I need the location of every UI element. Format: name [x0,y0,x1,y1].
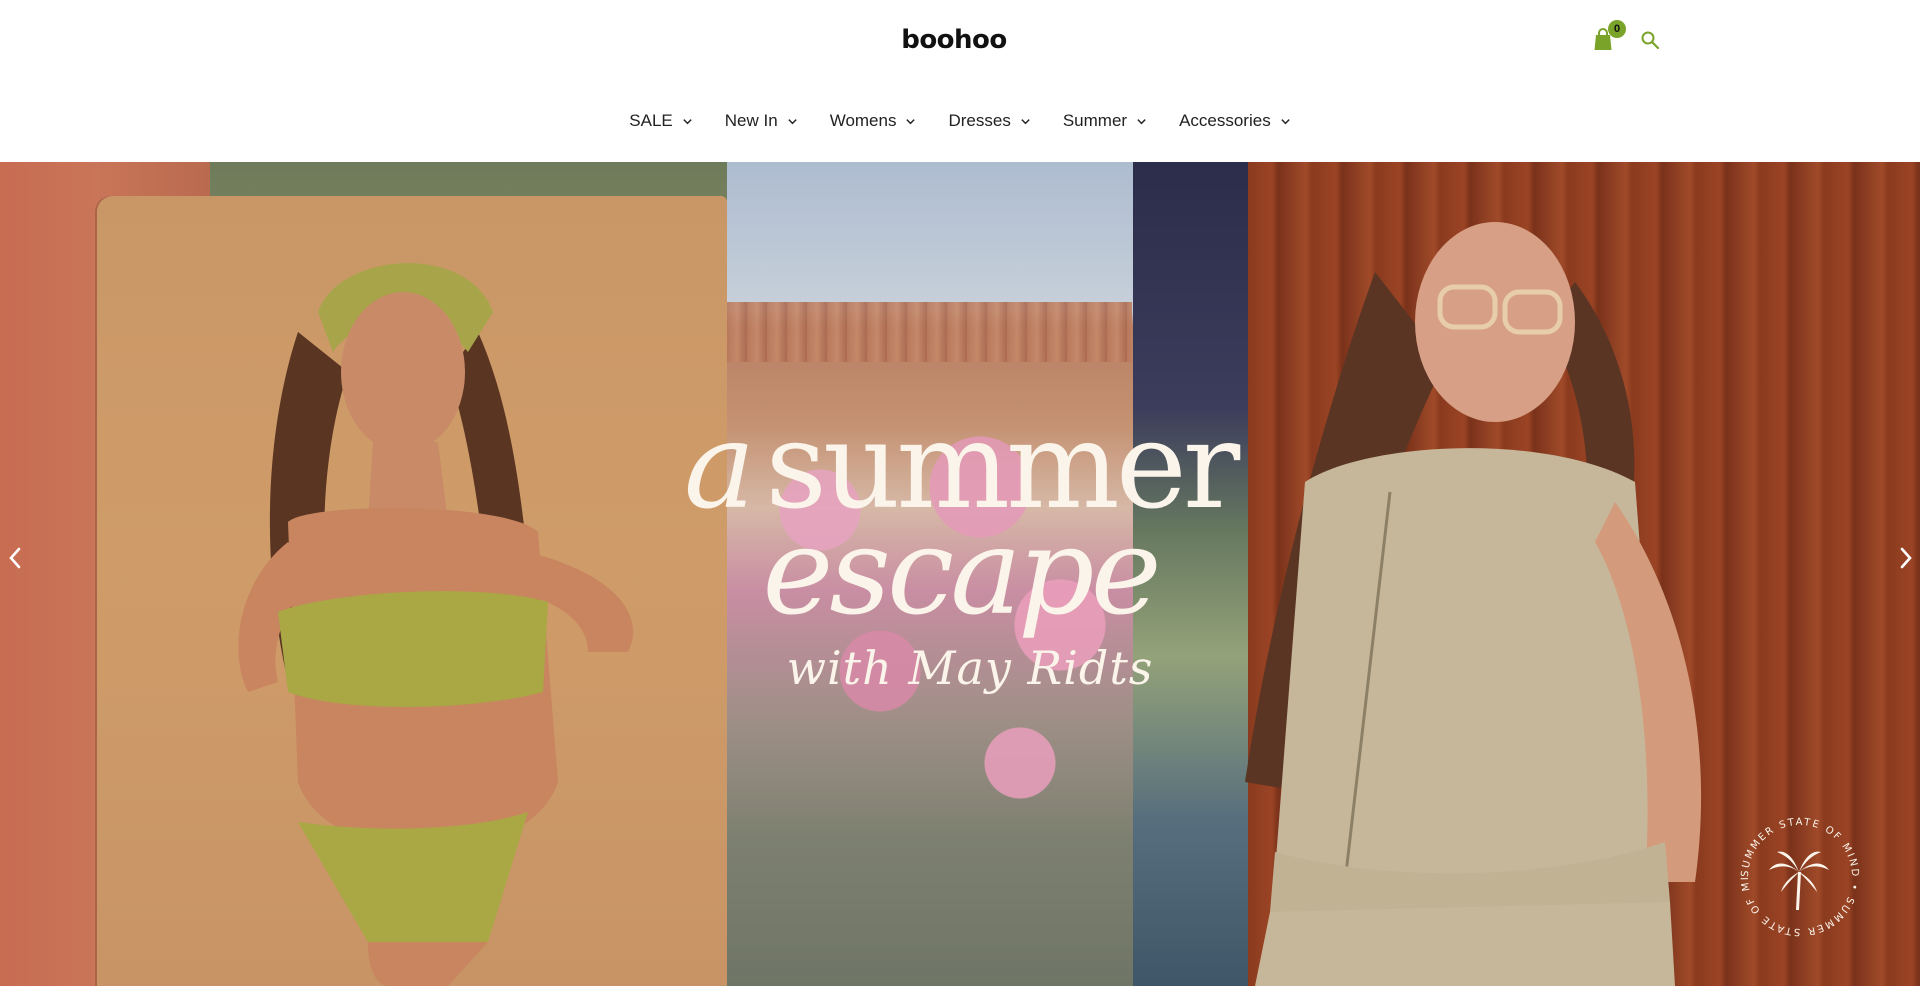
palm-tree-icon [1769,851,1829,910]
nav-item-label: Summer [1062,111,1128,130]
hero-roof-tiles [727,302,1132,362]
nav-item-sale[interactable]: SALE [613,106,708,136]
cart-count-badge: 0 [1608,20,1626,38]
nav-item-label: Womens [829,111,897,130]
headline-line-2: escape [762,503,1161,642]
seal-text: SUMMER STATE OF MIND • SUMMER STATE OF M… [1735,812,1858,937]
chevron-left-icon [9,547,21,569]
carousel-prev-button[interactable] [4,545,26,571]
carousel-next-button[interactable] [1895,545,1917,571]
main-navigation: SALE New In Womens Dresses Summer Access… [0,100,1920,146]
nav-item-accessories[interactable]: Accessories [1163,106,1307,136]
chevron-down-icon [683,118,692,124]
model-right-image [1245,222,1702,986]
nav-item-womens[interactable]: Womens [814,106,933,136]
model-left-image [238,263,634,986]
nav-item-new-in[interactable]: New In [709,106,814,136]
chevron-down-icon [788,118,797,124]
headline-line-3: with May Ridts [786,641,1154,695]
chevron-down-icon [1137,118,1146,124]
chevron-down-icon [906,118,916,124]
summer-state-seal: SUMMER STATE OF MIND • SUMMER STATE OF M… [1735,812,1860,937]
hero-banner[interactable]: a summer escape with May Ridts SUMMER STA… [0,162,1920,986]
chevron-down-icon [1021,118,1030,124]
headline-word-a: a [683,397,756,536]
nav-item-label: SALE [629,111,673,130]
search-icon[interactable] [1640,30,1660,50]
nav-item-label: Dresses [948,111,1011,130]
nav-item-label: New In [724,111,778,130]
brand-logo[interactable]: boohoo [900,24,1008,56]
chevron-down-icon [1281,118,1290,124]
svg-text:SUMMER STATE OF MIND • SUMMER: SUMMER STATE OF MIND • SUMMER STATE OF M… [1735,812,1860,937]
nav-item-label: Accessories [1179,111,1271,130]
site-header: boohoo 0 SALE New In Womens Dresses Summ… [0,0,1920,162]
chevron-right-icon [1900,547,1912,569]
nav-item-summer[interactable]: Summer [1047,106,1163,136]
nav-item-dresses[interactable]: Dresses [932,106,1046,136]
hero-headline: a summer escape with May Ridts [680,407,1240,698]
